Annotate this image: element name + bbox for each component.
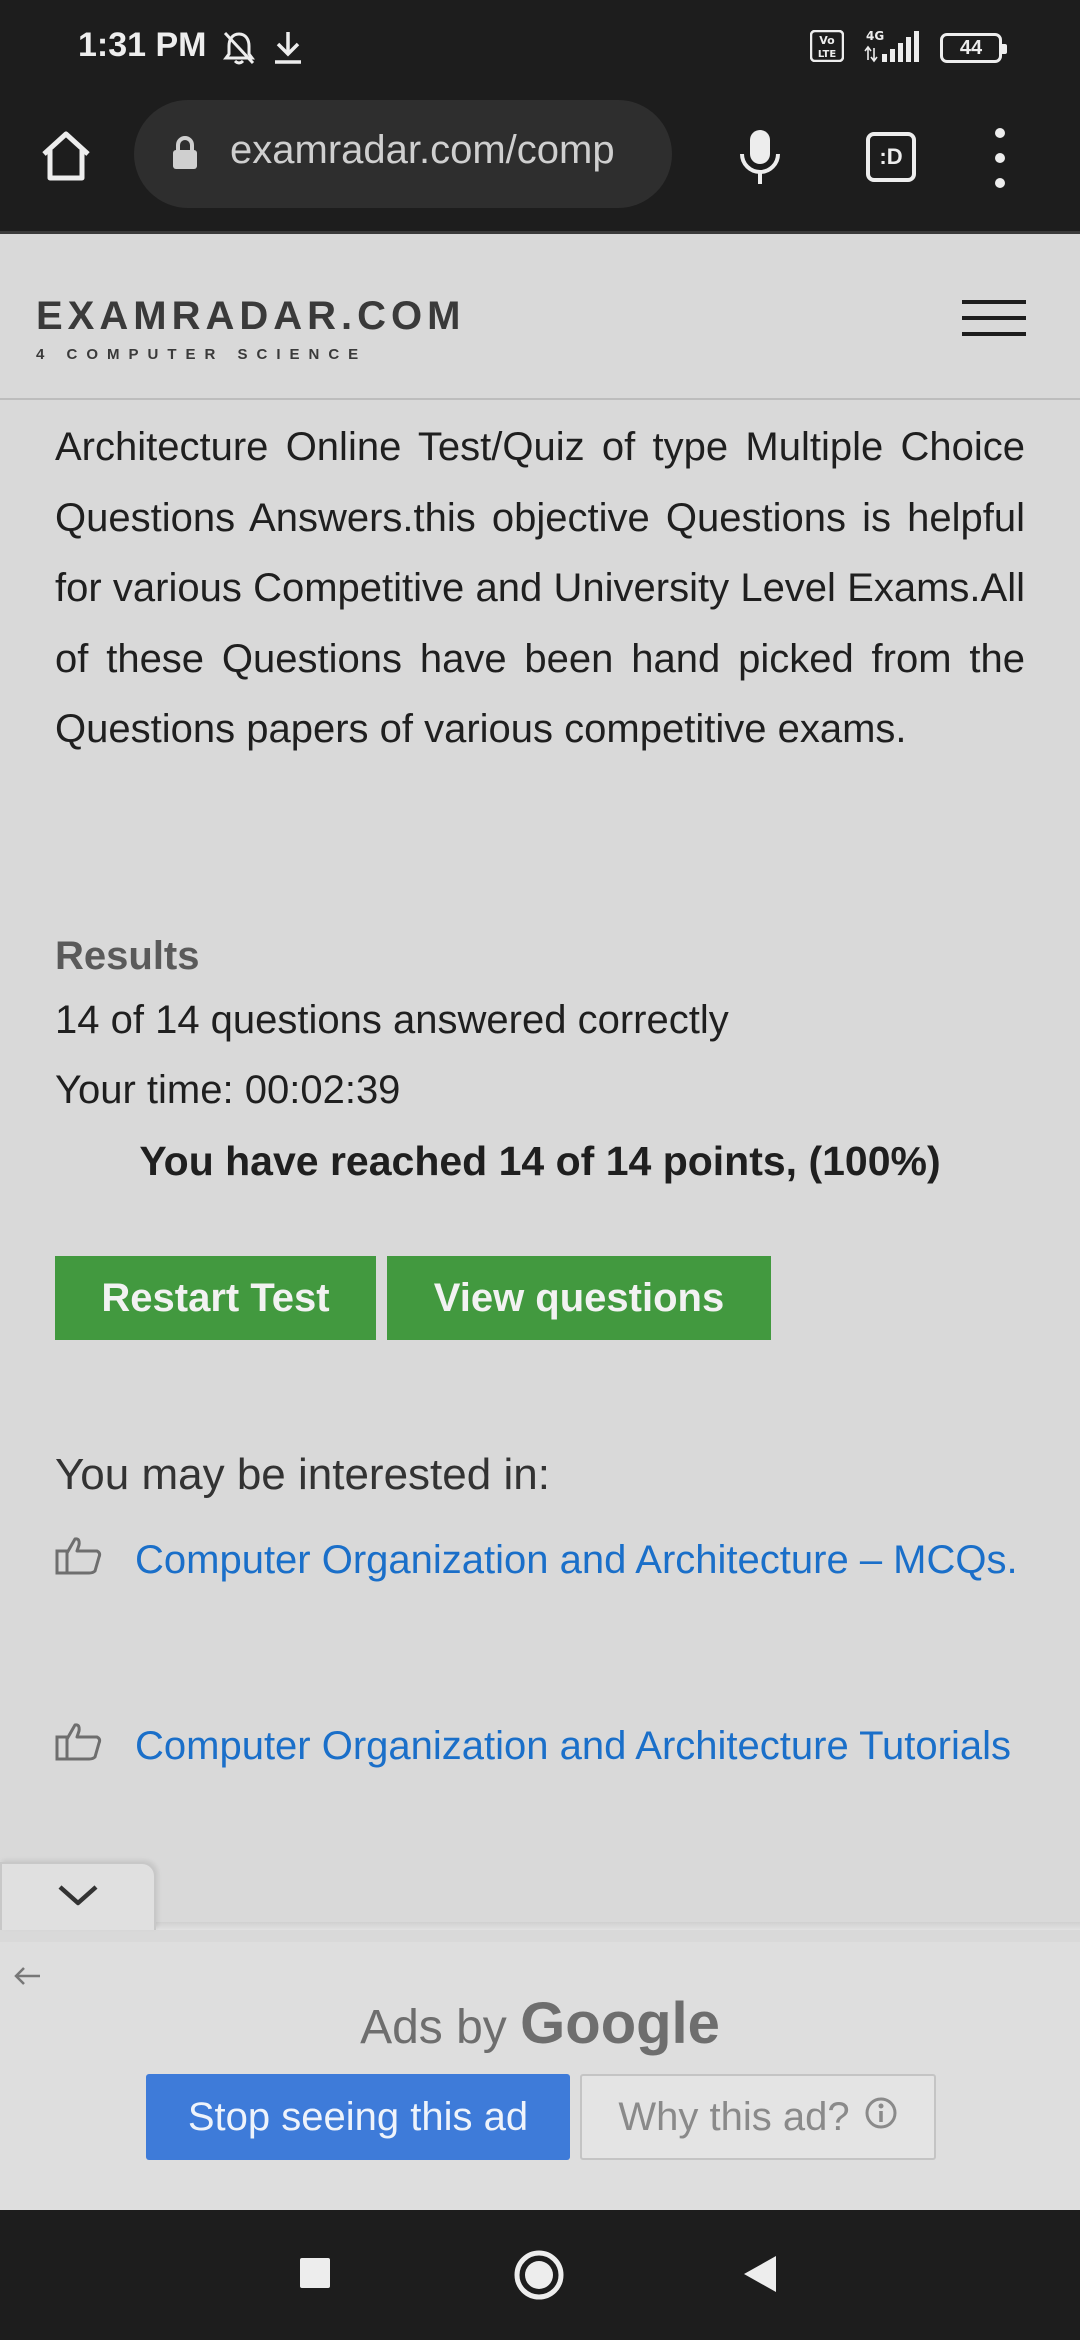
site-logo[interactable]: EXAMRADAR.COM [36, 294, 465, 339]
signal-icon: 4G [862, 28, 922, 69]
list-item[interactable]: Computer Organization and Architecture –… [55, 1514, 1025, 1608]
interested-link-mcqs[interactable]: Computer Organization and Architecture –… [135, 1538, 1018, 1582]
thumbs-up-icon [55, 1702, 103, 1794]
ads-by-label: Ads by [360, 2001, 507, 2054]
download-icon [272, 30, 304, 71]
list-item[interactable]: Computer Organization and Architecture T… [55, 1700, 1025, 1794]
stop-seeing-ad-button[interactable]: Stop seeing this ad [146, 2074, 570, 2160]
url-bar[interactable]: examradar.com/comp [134, 100, 672, 208]
site-tagline: 4 COMPUTER SCIENCE [36, 346, 368, 363]
url-text[interactable]: examradar.com/comp [230, 128, 615, 173]
interested-link-tutorials[interactable]: Computer Organization and Architecture T… [135, 1724, 1011, 1768]
results-time: Your time: 00:02:39 [55, 1068, 401, 1112]
svg-text:LTE: LTE [818, 49, 837, 60]
microphone-icon[interactable] [736, 126, 784, 195]
tab-switcher-button[interactable]: :D [866, 132, 916, 182]
info-icon [864, 2095, 898, 2140]
battery-level: 44 [959, 36, 983, 59]
battery-indicator: 44 [940, 33, 1007, 63]
ads-by-google: Ads by Google [0, 1990, 1080, 2057]
system-nav-bar [0, 2210, 1080, 2340]
view-questions-button[interactable]: View questions [387, 1256, 771, 1340]
status-bar: 1:31 PM Vo LTE 4G 44 [0, 0, 1080, 96]
status-indicators: Vo LTE 4G 44 [809, 28, 1007, 69]
status-time: 1:31 PM [78, 26, 207, 64]
back-arrow-icon[interactable] [12, 1964, 42, 1993]
recents-icon[interactable] [298, 2256, 332, 2295]
back-nav-icon[interactable] [742, 2254, 778, 2299]
ad-divider [150, 1922, 1080, 1930]
tab-switcher-label: :D [879, 144, 903, 169]
home-nav-icon[interactable] [512, 2248, 566, 2307]
lock-icon[interactable] [170, 136, 200, 175]
home-icon[interactable] [36, 126, 96, 186]
results-answered: 14 of 14 questions answered correctly [55, 998, 729, 1042]
browser-toolbar: examradar.com/comp :D [0, 96, 1080, 234]
results-score: You have reached 14 of 14 points, (100%) [139, 1138, 941, 1184]
results-title: Results [55, 934, 200, 978]
restart-test-button[interactable]: Restart Test [55, 1256, 376, 1340]
interested-title: You may be interested in: [55, 1450, 550, 1499]
google-logo: Google [520, 1991, 720, 2056]
network-type: 4G [866, 29, 884, 43]
why-this-ad-button[interactable]: Why this ad? [580, 2074, 936, 2160]
overflow-menu-icon[interactable] [990, 128, 1010, 188]
svg-text:Vo: Vo [819, 34, 835, 47]
why-this-ad-label: Why this ad? [618, 2094, 850, 2139]
thumbs-up-icon [55, 1516, 103, 1608]
site-header: EXAMRADAR.COM 4 COMPUTER SCIENCE [0, 234, 1080, 400]
article-intro: Architecture Online Test/Quiz of type Mu… [55, 425, 1025, 751]
collapse-ad-button[interactable] [0, 1862, 156, 1930]
volte-icon: Vo LTE [809, 29, 845, 67]
ad-panel: Ads by Google Stop seeing this ad Why th… [0, 1942, 1080, 2210]
bell-muted-icon [222, 30, 256, 71]
hamburger-menu-icon[interactable] [962, 300, 1026, 336]
chevron-down-icon [56, 1881, 100, 1914]
